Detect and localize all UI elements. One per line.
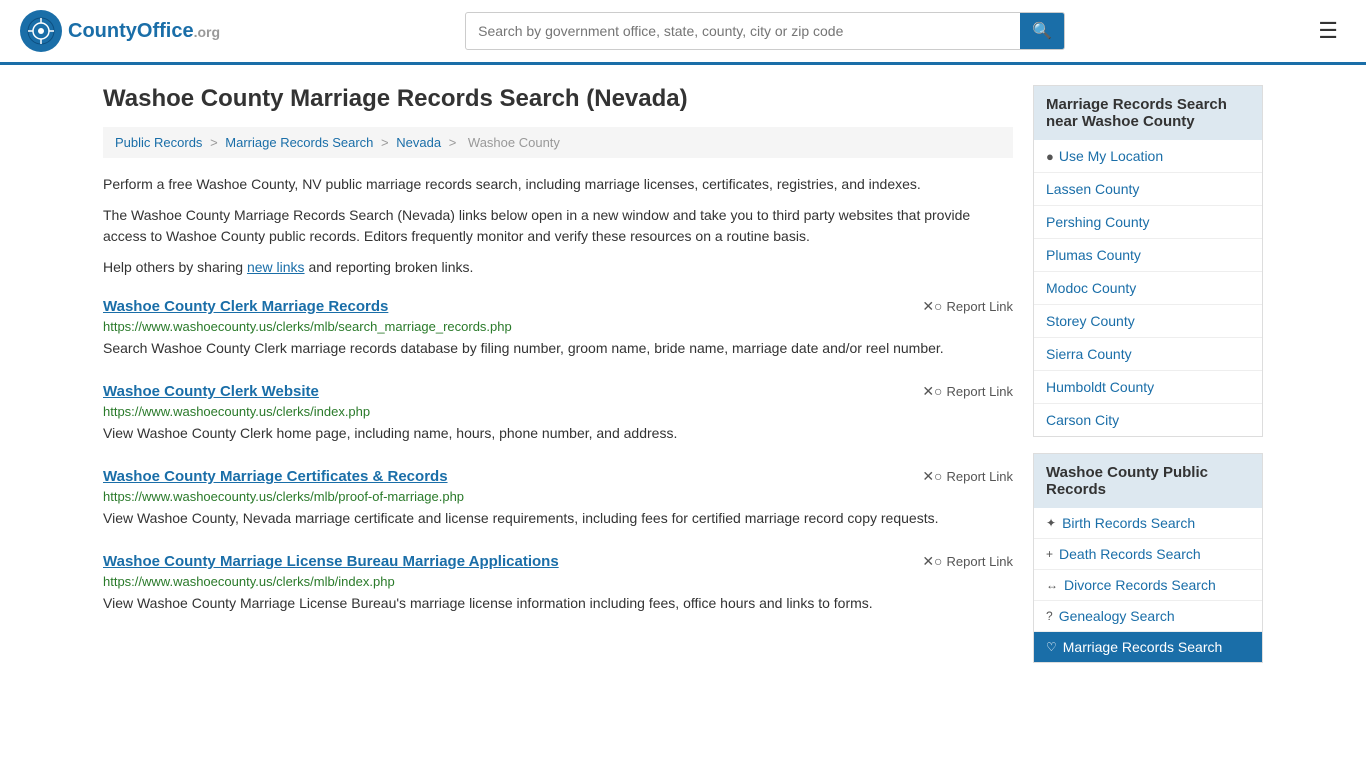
- breadcrumb-nevada[interactable]: Nevada: [396, 135, 441, 150]
- record-desc: View Washoe County Clerk home page, incl…: [103, 423, 1013, 444]
- record-entry: Washoe County Clerk Website ✕○ Report Li…: [103, 383, 1013, 444]
- location-icon: ●: [1046, 149, 1054, 164]
- record-title[interactable]: Washoe County Marriage Certificates & Re…: [103, 468, 448, 485]
- sidebar-use-location[interactable]: ● Use My Location: [1034, 140, 1262, 173]
- sidebar: Marriage Records Search near Washoe Coun…: [1033, 85, 1263, 679]
- search-area: 🔍: [465, 12, 1065, 50]
- pub-record-icon: ♡: [1046, 640, 1057, 654]
- share-text: Help others by sharing new links and rep…: [103, 257, 1013, 278]
- report-label: Report Link: [947, 554, 1013, 569]
- sidebar-public-record-item[interactable]: ↔ Divorce Records Search: [1034, 570, 1262, 601]
- use-location-link[interactable]: Use My Location: [1059, 148, 1163, 164]
- record-desc: View Washoe County Marriage License Bure…: [103, 593, 1013, 614]
- report-link[interactable]: ✕○ Report Link: [922, 298, 1013, 315]
- header: CountyOffice.org 🔍 ☰: [0, 0, 1366, 65]
- record-desc: Search Washoe County Clerk marriage reco…: [103, 338, 1013, 359]
- record-header: Washoe County Clerk Marriage Records ✕○ …: [103, 298, 1013, 315]
- pub-record-link[interactable]: Divorce Records Search: [1064, 577, 1216, 593]
- logo-text: CountyOffice.org: [68, 20, 220, 43]
- breadcrumb: Public Records > Marriage Records Search…: [103, 127, 1013, 158]
- record-header: Washoe County Marriage License Bureau Ma…: [103, 553, 1013, 570]
- breadcrumb-sep2: >: [381, 135, 392, 150]
- sidebar-nearby-county[interactable]: Sierra County: [1034, 338, 1262, 371]
- main-layout: Washoe County Marriage Records Search (N…: [83, 65, 1283, 699]
- record-title[interactable]: Washoe County Marriage License Bureau Ma…: [103, 553, 559, 570]
- record-url[interactable]: https://www.washoecounty.us/clerks/mlb/i…: [103, 574, 1013, 589]
- nearby-county-link[interactable]: Modoc County: [1046, 280, 1136, 296]
- record-entry: Washoe County Clerk Marriage Records ✕○ …: [103, 298, 1013, 359]
- pub-record-icon: ↔: [1046, 578, 1058, 592]
- nearby-county-link[interactable]: Plumas County: [1046, 247, 1141, 263]
- breadcrumb-sep3: >: [449, 135, 460, 150]
- sidebar-nearby-county[interactable]: Lassen County: [1034, 173, 1262, 206]
- sidebar-nearby-county[interactable]: Plumas County: [1034, 239, 1262, 272]
- report-icon: ✕○: [922, 553, 942, 570]
- pub-record-link[interactable]: Marriage Records Search: [1063, 639, 1223, 655]
- nearby-county-link[interactable]: Sierra County: [1046, 346, 1132, 362]
- report-link[interactable]: ✕○ Report Link: [922, 383, 1013, 400]
- nearby-county-link[interactable]: Lassen County: [1046, 181, 1139, 197]
- record-title[interactable]: Washoe County Clerk Marriage Records: [103, 298, 388, 315]
- nearby-county-link[interactable]: Storey County: [1046, 313, 1135, 329]
- nearby-counties-list: Lassen County Pershing County Plumas Count…: [1034, 173, 1262, 436]
- page-title: Washoe County Marriage Records Search (N…: [103, 85, 1013, 113]
- public-records-section: Washoe County Public Records ✦ Birth Rec…: [1033, 453, 1263, 663]
- report-icon: ✕○: [922, 298, 942, 315]
- nearby-county-link[interactable]: Humboldt County: [1046, 379, 1154, 395]
- nearby-section: Marriage Records Search near Washoe Coun…: [1033, 85, 1263, 437]
- sidebar-nearby-county[interactable]: Pershing County: [1034, 206, 1262, 239]
- nearby-county-link[interactable]: Carson City: [1046, 412, 1119, 428]
- report-link[interactable]: ✕○ Report Link: [922, 553, 1013, 570]
- record-entry: Washoe County Marriage Certificates & Re…: [103, 468, 1013, 529]
- record-header: Washoe County Marriage Certificates & Re…: [103, 468, 1013, 485]
- content-area: Washoe County Marriage Records Search (N…: [103, 85, 1013, 679]
- logo-area: CountyOffice.org: [20, 10, 220, 52]
- report-icon: ✕○: [922, 468, 942, 485]
- report-label: Report Link: [947, 469, 1013, 484]
- search-input[interactable]: [466, 15, 1020, 47]
- search-button[interactable]: 🔍: [1020, 13, 1064, 49]
- pub-record-icon: +: [1046, 547, 1053, 561]
- pub-record-link[interactable]: Genealogy Search: [1059, 608, 1175, 624]
- report-link[interactable]: ✕○ Report Link: [922, 468, 1013, 485]
- report-label: Report Link: [947, 299, 1013, 314]
- breadcrumb-public-records[interactable]: Public Records: [115, 135, 202, 150]
- record-url[interactable]: https://www.washoecounty.us/clerks/mlb/p…: [103, 489, 1013, 504]
- sidebar-nearby-county[interactable]: Storey County: [1034, 305, 1262, 338]
- sidebar-public-record-item[interactable]: ♡ Marriage Records Search: [1034, 632, 1262, 662]
- breadcrumb-current: Washoe County: [468, 135, 560, 150]
- sidebar-public-record-item[interactable]: ? Genealogy Search: [1034, 601, 1262, 632]
- search-icon: 🔍: [1032, 23, 1052, 40]
- record-desc: View Washoe County, Nevada marriage cert…: [103, 508, 1013, 529]
- public-records-list: ✦ Birth Records Search + Death Records S…: [1034, 508, 1262, 662]
- sidebar-nearby-county[interactable]: Humboldt County: [1034, 371, 1262, 404]
- menu-button[interactable]: ☰: [1310, 14, 1346, 48]
- breadcrumb-sep1: >: [210, 135, 221, 150]
- pub-record-link[interactable]: Death Records Search: [1059, 546, 1201, 562]
- record-header: Washoe County Clerk Website ✕○ Report Li…: [103, 383, 1013, 400]
- breadcrumb-marriage-records[interactable]: Marriage Records Search: [225, 135, 373, 150]
- new-links-link[interactable]: new links: [247, 259, 305, 275]
- pub-record-icon: ?: [1046, 609, 1053, 623]
- intro-text: Perform a free Washoe County, NV public …: [103, 174, 1013, 195]
- intro-text2: The Washoe County Marriage Records Searc…: [103, 205, 1013, 247]
- record-entry: Washoe County Marriage License Bureau Ma…: [103, 553, 1013, 614]
- logo-icon: [20, 10, 62, 52]
- hamburger-icon: ☰: [1318, 18, 1338, 43]
- sidebar-nearby-county[interactable]: Modoc County: [1034, 272, 1262, 305]
- record-title[interactable]: Washoe County Clerk Website: [103, 383, 319, 400]
- nearby-header: Marriage Records Search near Washoe Coun…: [1034, 86, 1262, 140]
- record-url[interactable]: https://www.washoecounty.us/clerks/index…: [103, 404, 1013, 419]
- sidebar-public-record-item[interactable]: + Death Records Search: [1034, 539, 1262, 570]
- records-list: Washoe County Clerk Marriage Records ✕○ …: [103, 298, 1013, 614]
- public-records-header: Washoe County Public Records: [1034, 454, 1262, 508]
- pub-record-icon: ✦: [1046, 516, 1056, 530]
- sidebar-public-record-item[interactable]: ✦ Birth Records Search: [1034, 508, 1262, 539]
- report-icon: ✕○: [922, 383, 942, 400]
- report-label: Report Link: [947, 384, 1013, 399]
- pub-record-link[interactable]: Birth Records Search: [1062, 515, 1195, 531]
- record-url[interactable]: https://www.washoecounty.us/clerks/mlb/s…: [103, 319, 1013, 334]
- sidebar-nearby-county[interactable]: Carson City: [1034, 404, 1262, 436]
- nearby-county-link[interactable]: Pershing County: [1046, 214, 1150, 230]
